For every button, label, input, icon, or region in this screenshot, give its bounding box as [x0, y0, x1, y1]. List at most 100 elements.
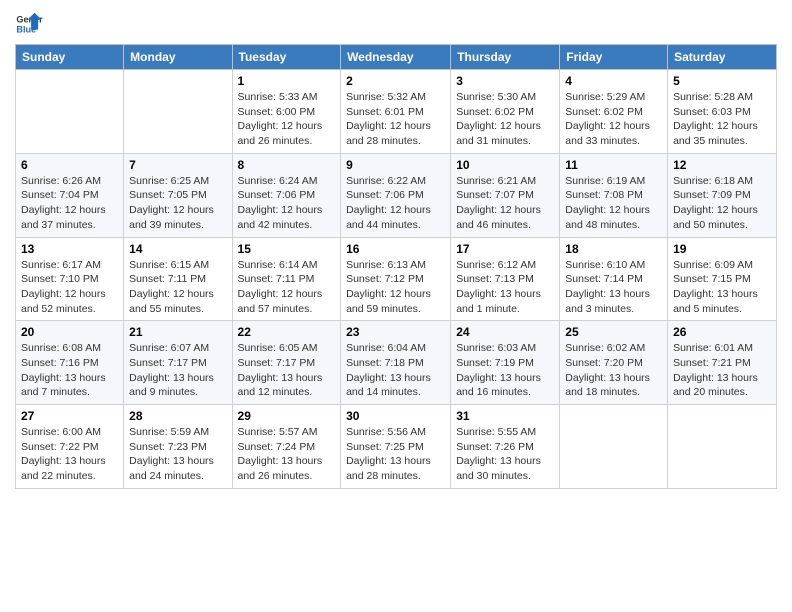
- calendar-cell: 17 Sunrise: 6:12 AM Sunset: 7:13 PM Dayli…: [451, 237, 560, 321]
- day-info: Sunrise: 6:19 AM Sunset: 7:08 PM Dayligh…: [565, 174, 662, 233]
- day-number: 26: [673, 325, 771, 339]
- day-info: Sunrise: 5:33 AM Sunset: 6:00 PM Dayligh…: [238, 90, 336, 149]
- day-number: 18: [565, 242, 662, 256]
- day-number: 31: [456, 409, 554, 423]
- calendar-cell: 15 Sunrise: 6:14 AM Sunset: 7:11 PM Dayli…: [232, 237, 341, 321]
- header-saturday: Saturday: [668, 45, 777, 70]
- logo: General Blue: [15, 10, 43, 38]
- day-info: Sunrise: 6:12 AM Sunset: 7:13 PM Dayligh…: [456, 258, 554, 317]
- calendar-cell: [16, 70, 124, 154]
- calendar-cell: 11 Sunrise: 6:19 AM Sunset: 7:08 PM Dayli…: [560, 153, 668, 237]
- day-number: 2: [346, 74, 445, 88]
- calendar-week-3: 13Sunrise: 6:17 AM Sunset: 7:10 PM Dayli…: [16, 237, 777, 321]
- day-number: 25: [565, 325, 662, 339]
- page-header: General Blue: [15, 10, 777, 38]
- day-number: 20: [21, 325, 118, 339]
- day-number: 7: [129, 158, 226, 172]
- calendar-cell: [668, 405, 777, 489]
- day-info: Sunrise: 6:17 AM Sunset: 7:10 PM Dayligh…: [21, 258, 118, 317]
- day-number: 14: [129, 242, 226, 256]
- calendar-cell: 28 Sunrise: 5:59 AM Sunset: 7:23 PM Dayli…: [124, 405, 232, 489]
- day-number: 12: [673, 158, 771, 172]
- day-number: 17: [456, 242, 554, 256]
- day-number: 3: [456, 74, 554, 88]
- day-info: Sunrise: 5:55 AM Sunset: 7:26 PM Dayligh…: [456, 425, 554, 484]
- day-number: 15: [238, 242, 336, 256]
- calendar-cell: 6 Sunrise: 6:26 AM Sunset: 7:04 PM Daylig…: [16, 153, 124, 237]
- calendar-cell: 18 Sunrise: 6:10 AM Sunset: 7:14 PM Dayli…: [560, 237, 668, 321]
- day-info: Sunrise: 6:25 AM Sunset: 7:05 PM Dayligh…: [129, 174, 226, 233]
- day-info: Sunrise: 6:21 AM Sunset: 7:07 PM Dayligh…: [456, 174, 554, 233]
- day-number: 11: [565, 158, 662, 172]
- calendar-cell: 1 Sunrise: 5:33 AM Sunset: 6:00 PM Daylig…: [232, 70, 341, 154]
- day-info: Sunrise: 5:29 AM Sunset: 6:02 PM Dayligh…: [565, 90, 662, 149]
- day-number: 27: [21, 409, 118, 423]
- calendar-cell: 26 Sunrise: 6:01 AM Sunset: 7:21 PM Dayli…: [668, 321, 777, 405]
- calendar-cell: [560, 405, 668, 489]
- day-number: 6: [21, 158, 118, 172]
- day-info: Sunrise: 6:26 AM Sunset: 7:04 PM Dayligh…: [21, 174, 118, 233]
- day-info: Sunrise: 5:59 AM Sunset: 7:23 PM Dayligh…: [129, 425, 226, 484]
- calendar-cell: 12Sunrise: 6:18 AM Sunset: 7:09 PM Dayli…: [668, 153, 777, 237]
- calendar-cell: 10 Sunrise: 6:21 AM Sunset: 7:07 PM Dayli…: [451, 153, 560, 237]
- day-number: 23: [346, 325, 445, 339]
- day-info: Sunrise: 6:14 AM Sunset: 7:11 PM Dayligh…: [238, 258, 336, 317]
- day-number: 4: [565, 74, 662, 88]
- header-sunday: Sunday: [16, 45, 124, 70]
- day-info: Sunrise: 6:01 AM Sunset: 7:21 PM Dayligh…: [673, 341, 771, 400]
- day-info: Sunrise: 6:02 AM Sunset: 7:20 PM Dayligh…: [565, 341, 662, 400]
- calendar-cell: 31 Sunrise: 5:55 AM Sunset: 7:26 PM Dayli…: [451, 405, 560, 489]
- calendar-week-2: 6 Sunrise: 6:26 AM Sunset: 7:04 PM Daylig…: [16, 153, 777, 237]
- calendar-cell: 13Sunrise: 6:17 AM Sunset: 7:10 PM Dayli…: [16, 237, 124, 321]
- day-number: 9: [346, 158, 445, 172]
- day-info: Sunrise: 5:57 AM Sunset: 7:24 PM Dayligh…: [238, 425, 336, 484]
- day-number: 1: [238, 74, 336, 88]
- day-number: 5: [673, 74, 771, 88]
- calendar-cell: 4 Sunrise: 5:29 AM Sunset: 6:02 PM Daylig…: [560, 70, 668, 154]
- header-monday: Monday: [124, 45, 232, 70]
- calendar-cell: 24 Sunrise: 6:03 AM Sunset: 7:19 PM Dayli…: [451, 321, 560, 405]
- day-info: Sunrise: 6:10 AM Sunset: 7:14 PM Dayligh…: [565, 258, 662, 317]
- day-number: 28: [129, 409, 226, 423]
- days-header-row: SundayMondayTuesdayWednesdayThursdayFrid…: [16, 45, 777, 70]
- logo-icon: General Blue: [15, 10, 43, 38]
- calendar-cell: 21Sunrise: 6:07 AM Sunset: 7:17 PM Dayli…: [124, 321, 232, 405]
- day-info: Sunrise: 6:04 AM Sunset: 7:18 PM Dayligh…: [346, 341, 445, 400]
- calendar-cell: 3 Sunrise: 5:30 AM Sunset: 6:02 PM Daylig…: [451, 70, 560, 154]
- day-info: Sunrise: 5:32 AM Sunset: 6:01 PM Dayligh…: [346, 90, 445, 149]
- calendar-cell: 16Sunrise: 6:13 AM Sunset: 7:12 PM Dayli…: [341, 237, 451, 321]
- day-info: Sunrise: 5:28 AM Sunset: 6:03 PM Dayligh…: [673, 90, 771, 149]
- day-info: Sunrise: 6:00 AM Sunset: 7:22 PM Dayligh…: [21, 425, 118, 484]
- calendar-cell: 14 Sunrise: 6:15 AM Sunset: 7:11 PM Dayli…: [124, 237, 232, 321]
- day-info: Sunrise: 6:13 AM Sunset: 7:12 PM Dayligh…: [346, 258, 445, 317]
- day-number: 30: [346, 409, 445, 423]
- calendar-cell: 27 Sunrise: 6:00 AM Sunset: 7:22 PM Dayli…: [16, 405, 124, 489]
- day-info: Sunrise: 5:30 AM Sunset: 6:02 PM Dayligh…: [456, 90, 554, 149]
- day-number: 29: [238, 409, 336, 423]
- calendar-cell: 5 Sunrise: 5:28 AM Sunset: 6:03 PM Daylig…: [668, 70, 777, 154]
- calendar-week-4: 20 Sunrise: 6:08 AM Sunset: 7:16 PM Dayli…: [16, 321, 777, 405]
- header-wednesday: Wednesday: [341, 45, 451, 70]
- calendar-cell: 8 Sunrise: 6:24 AM Sunset: 7:06 PM Daylig…: [232, 153, 341, 237]
- day-number: 19: [673, 242, 771, 256]
- day-info: Sunrise: 6:08 AM Sunset: 7:16 PM Dayligh…: [21, 341, 118, 400]
- day-info: Sunrise: 6:03 AM Sunset: 7:19 PM Dayligh…: [456, 341, 554, 400]
- day-number: 8: [238, 158, 336, 172]
- calendar-table: SundayMondayTuesdayWednesdayThursdayFrid…: [15, 44, 777, 489]
- header-friday: Friday: [560, 45, 668, 70]
- day-info: Sunrise: 6:24 AM Sunset: 7:06 PM Dayligh…: [238, 174, 336, 233]
- header-tuesday: Tuesday: [232, 45, 341, 70]
- calendar-cell: [124, 70, 232, 154]
- calendar-cell: 30Sunrise: 5:56 AM Sunset: 7:25 PM Dayli…: [341, 405, 451, 489]
- day-info: Sunrise: 6:15 AM Sunset: 7:11 PM Dayligh…: [129, 258, 226, 317]
- day-number: 21: [129, 325, 226, 339]
- calendar-cell: 25 Sunrise: 6:02 AM Sunset: 7:20 PM Dayli…: [560, 321, 668, 405]
- day-number: 10: [456, 158, 554, 172]
- day-info: Sunrise: 6:22 AM Sunset: 7:06 PM Dayligh…: [346, 174, 445, 233]
- day-number: 24: [456, 325, 554, 339]
- day-number: 22: [238, 325, 336, 339]
- calendar-cell: 19Sunrise: 6:09 AM Sunset: 7:15 PM Dayli…: [668, 237, 777, 321]
- day-info: Sunrise: 6:05 AM Sunset: 7:17 PM Dayligh…: [238, 341, 336, 400]
- calendar-cell: 2 Sunrise: 5:32 AM Sunset: 6:01 PM Daylig…: [341, 70, 451, 154]
- calendar-cell: 20 Sunrise: 6:08 AM Sunset: 7:16 PM Dayli…: [16, 321, 124, 405]
